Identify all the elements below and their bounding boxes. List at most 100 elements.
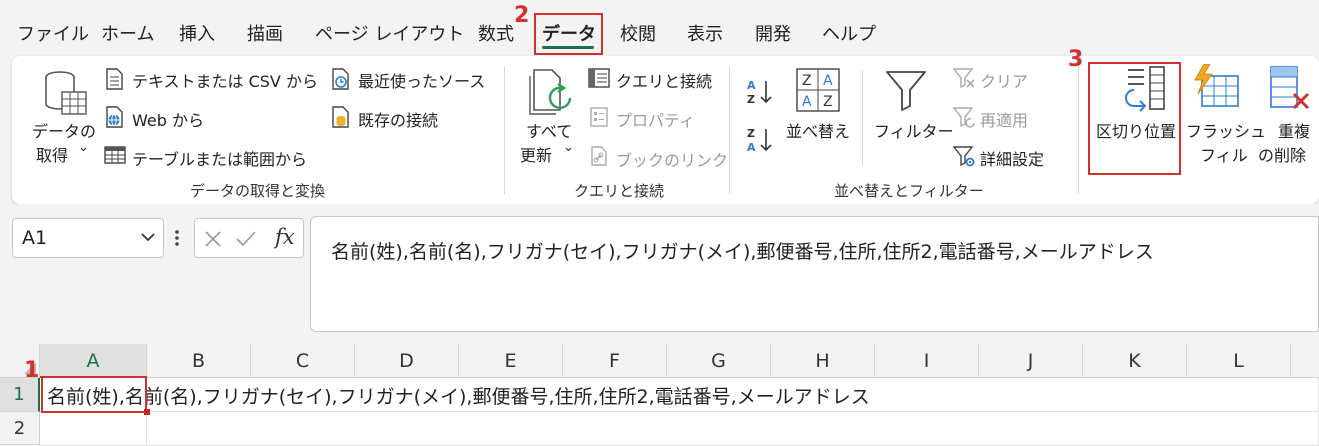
- tab-view[interactable]: 表示: [687, 20, 723, 46]
- svg-text:Z: Z: [802, 73, 812, 89]
- column-header-j[interactable]: J: [979, 344, 1083, 378]
- sort-label: 並べ替え: [786, 122, 851, 141]
- refresh-icon: [529, 69, 572, 115]
- queries-connections-icon: [588, 68, 610, 88]
- tab-help[interactable]: ヘルプ: [822, 20, 876, 46]
- clear-filter-icon: [952, 68, 975, 89]
- column-header-next[interactable]: [1291, 344, 1319, 378]
- sort-za-icon: Z A: [747, 127, 772, 154]
- formula-bar-area: A1 fx 名前(姓),名前(名),フリガナ(セイ),フリガナ(メイ),郵便番号…: [0, 204, 1319, 344]
- from-table-range-label: テーブルまたは範囲から: [132, 150, 308, 169]
- from-web-label: Web から: [132, 111, 204, 130]
- sort-dialog-icon: Z A A Z: [796, 68, 840, 112]
- tab-home[interactable]: ホーム: [101, 20, 154, 46]
- row-header-2[interactable]: 2: [0, 412, 40, 445]
- column-header-b[interactable]: B: [147, 344, 251, 378]
- group-label-sort-filter: 並べ替えとフィルター: [834, 182, 984, 200]
- flash-fill-label-2: フィル: [1200, 146, 1248, 165]
- group-label-get-transform: データの取得と変換: [190, 182, 326, 200]
- remove-duplicates-label-1: 重複: [1278, 122, 1311, 141]
- insert-function-icon[interactable]: fx: [275, 225, 295, 249]
- column-header-e[interactable]: E: [459, 344, 563, 378]
- remove-duplicates-label-2: の削除: [1258, 146, 1307, 165]
- column-header-h[interactable]: H: [771, 344, 875, 378]
- text-file-icon: [106, 68, 123, 90]
- existing-connections-icon: [332, 106, 349, 128]
- recent-sources-label: 最近使ったソース: [358, 72, 486, 91]
- get-data-label-1: データの: [32, 122, 97, 141]
- filter-label: フィルター: [874, 122, 954, 141]
- tab-draw[interactable]: 描画: [247, 20, 283, 46]
- highlight-box-data-tab: [534, 13, 603, 55]
- book-links-label: ブックのリンク: [616, 151, 729, 170]
- column-header-l[interactable]: L: [1187, 344, 1291, 378]
- flash-fill-icon: [1194, 64, 1239, 107]
- refresh-all-label-2: 更新: [520, 146, 553, 165]
- tab-formulas[interactable]: 数式: [478, 20, 514, 46]
- name-box-value: A1: [22, 227, 48, 249]
- group-separator: [504, 66, 505, 194]
- chevron-down-icon[interactable]: [141, 232, 155, 242]
- existing-connections-label: 既存の接続: [358, 111, 439, 130]
- group-separator: [1078, 66, 1079, 194]
- web-icon: [106, 106, 123, 128]
- worksheet-grid: A B C D E F G H I J K L 1 2 名前(姓),名前(名),…: [0, 344, 1319, 446]
- tab-developer[interactable]: 開発: [755, 20, 791, 46]
- menu-bar: ファイル ホーム 挿入 描画 ページ レイアウト 数式 データ 校閲 表示 開発…: [0, 0, 1319, 56]
- column-header-c[interactable]: C: [251, 344, 355, 378]
- callout-2: 2: [514, 3, 530, 28]
- name-box[interactable]: A1: [12, 218, 164, 258]
- formula-input[interactable]: 名前(姓),名前(名),フリガナ(セイ),フリガナ(メイ),郵便番号,住所,住所…: [310, 216, 1319, 332]
- chevron-down-icon: ⌄: [563, 140, 574, 155]
- tab-insert[interactable]: 挿入: [179, 20, 215, 46]
- column-header-g[interactable]: G: [667, 344, 771, 378]
- row-header-1[interactable]: 1: [0, 378, 40, 412]
- highlight-box-text-to-columns: [1088, 62, 1181, 175]
- callout-1: 1: [24, 358, 40, 383]
- column-header-f[interactable]: F: [563, 344, 667, 378]
- cells-row-2[interactable]: [147, 412, 1319, 446]
- database-icon: [45, 71, 87, 115]
- tab-file[interactable]: ファイル: [17, 20, 89, 46]
- reapply-label: 再適用: [980, 111, 1029, 130]
- tab-page-layout[interactable]: ページ レイアウト: [315, 20, 464, 46]
- svg-text:Z: Z: [747, 93, 755, 106]
- properties-icon: [590, 107, 608, 127]
- tab-review[interactable]: 校閲: [620, 20, 656, 46]
- clear-filter-label: クリア: [980, 72, 1029, 91]
- table-icon: [104, 146, 126, 164]
- get-data-label-2: 取得: [36, 146, 69, 165]
- column-header-i[interactable]: I: [875, 344, 979, 378]
- cell-a2[interactable]: [40, 412, 147, 446]
- recent-sources-icon: [332, 68, 349, 90]
- formula-content: 名前(姓),名前(名),フリガナ(セイ),フリガナ(メイ),郵便番号,住所,住所…: [331, 241, 1154, 263]
- enter-check-icon[interactable]: [235, 229, 257, 249]
- column-header-k[interactable]: K: [1083, 344, 1187, 378]
- svg-text:Z: Z: [747, 127, 755, 140]
- book-links-icon: [591, 146, 607, 166]
- svg-text:A: A: [823, 73, 833, 89]
- filter-icon: [886, 71, 926, 111]
- chevron-down-icon: ⌄: [78, 140, 89, 155]
- callout-3: 3: [1068, 47, 1084, 72]
- group-separator: [729, 66, 730, 194]
- svg-text:Z: Z: [823, 94, 833, 110]
- column-header-a[interactable]: A: [40, 344, 147, 378]
- from-text-csv-label: テキストまたは CSV から: [132, 72, 318, 91]
- cell-a1-value: 名前(姓),名前(名),フリガナ(セイ),フリガナ(メイ),郵便番号,住所,住所…: [47, 386, 870, 408]
- more-options-icon[interactable]: [174, 229, 180, 249]
- formula-controls: fx: [194, 218, 304, 258]
- remove-duplicates-icon: [1270, 66, 1310, 110]
- refresh-all-label-1: すべて: [526, 122, 573, 141]
- column-header-d[interactable]: D: [355, 344, 459, 378]
- svg-text:A: A: [747, 79, 756, 92]
- properties-label: プロパティ: [616, 111, 696, 130]
- sort-az-icon: A Z: [747, 79, 772, 106]
- advanced-filter-icon: [952, 146, 975, 167]
- cancel-icon[interactable]: [203, 229, 223, 249]
- queries-connections-label: クエリと接続: [616, 72, 713, 91]
- svg-text:A: A: [747, 141, 756, 154]
- reapply-icon: [952, 107, 975, 128]
- advanced-filter-label: 詳細設定: [980, 150, 1045, 169]
- fill-handle[interactable]: [144, 409, 150, 415]
